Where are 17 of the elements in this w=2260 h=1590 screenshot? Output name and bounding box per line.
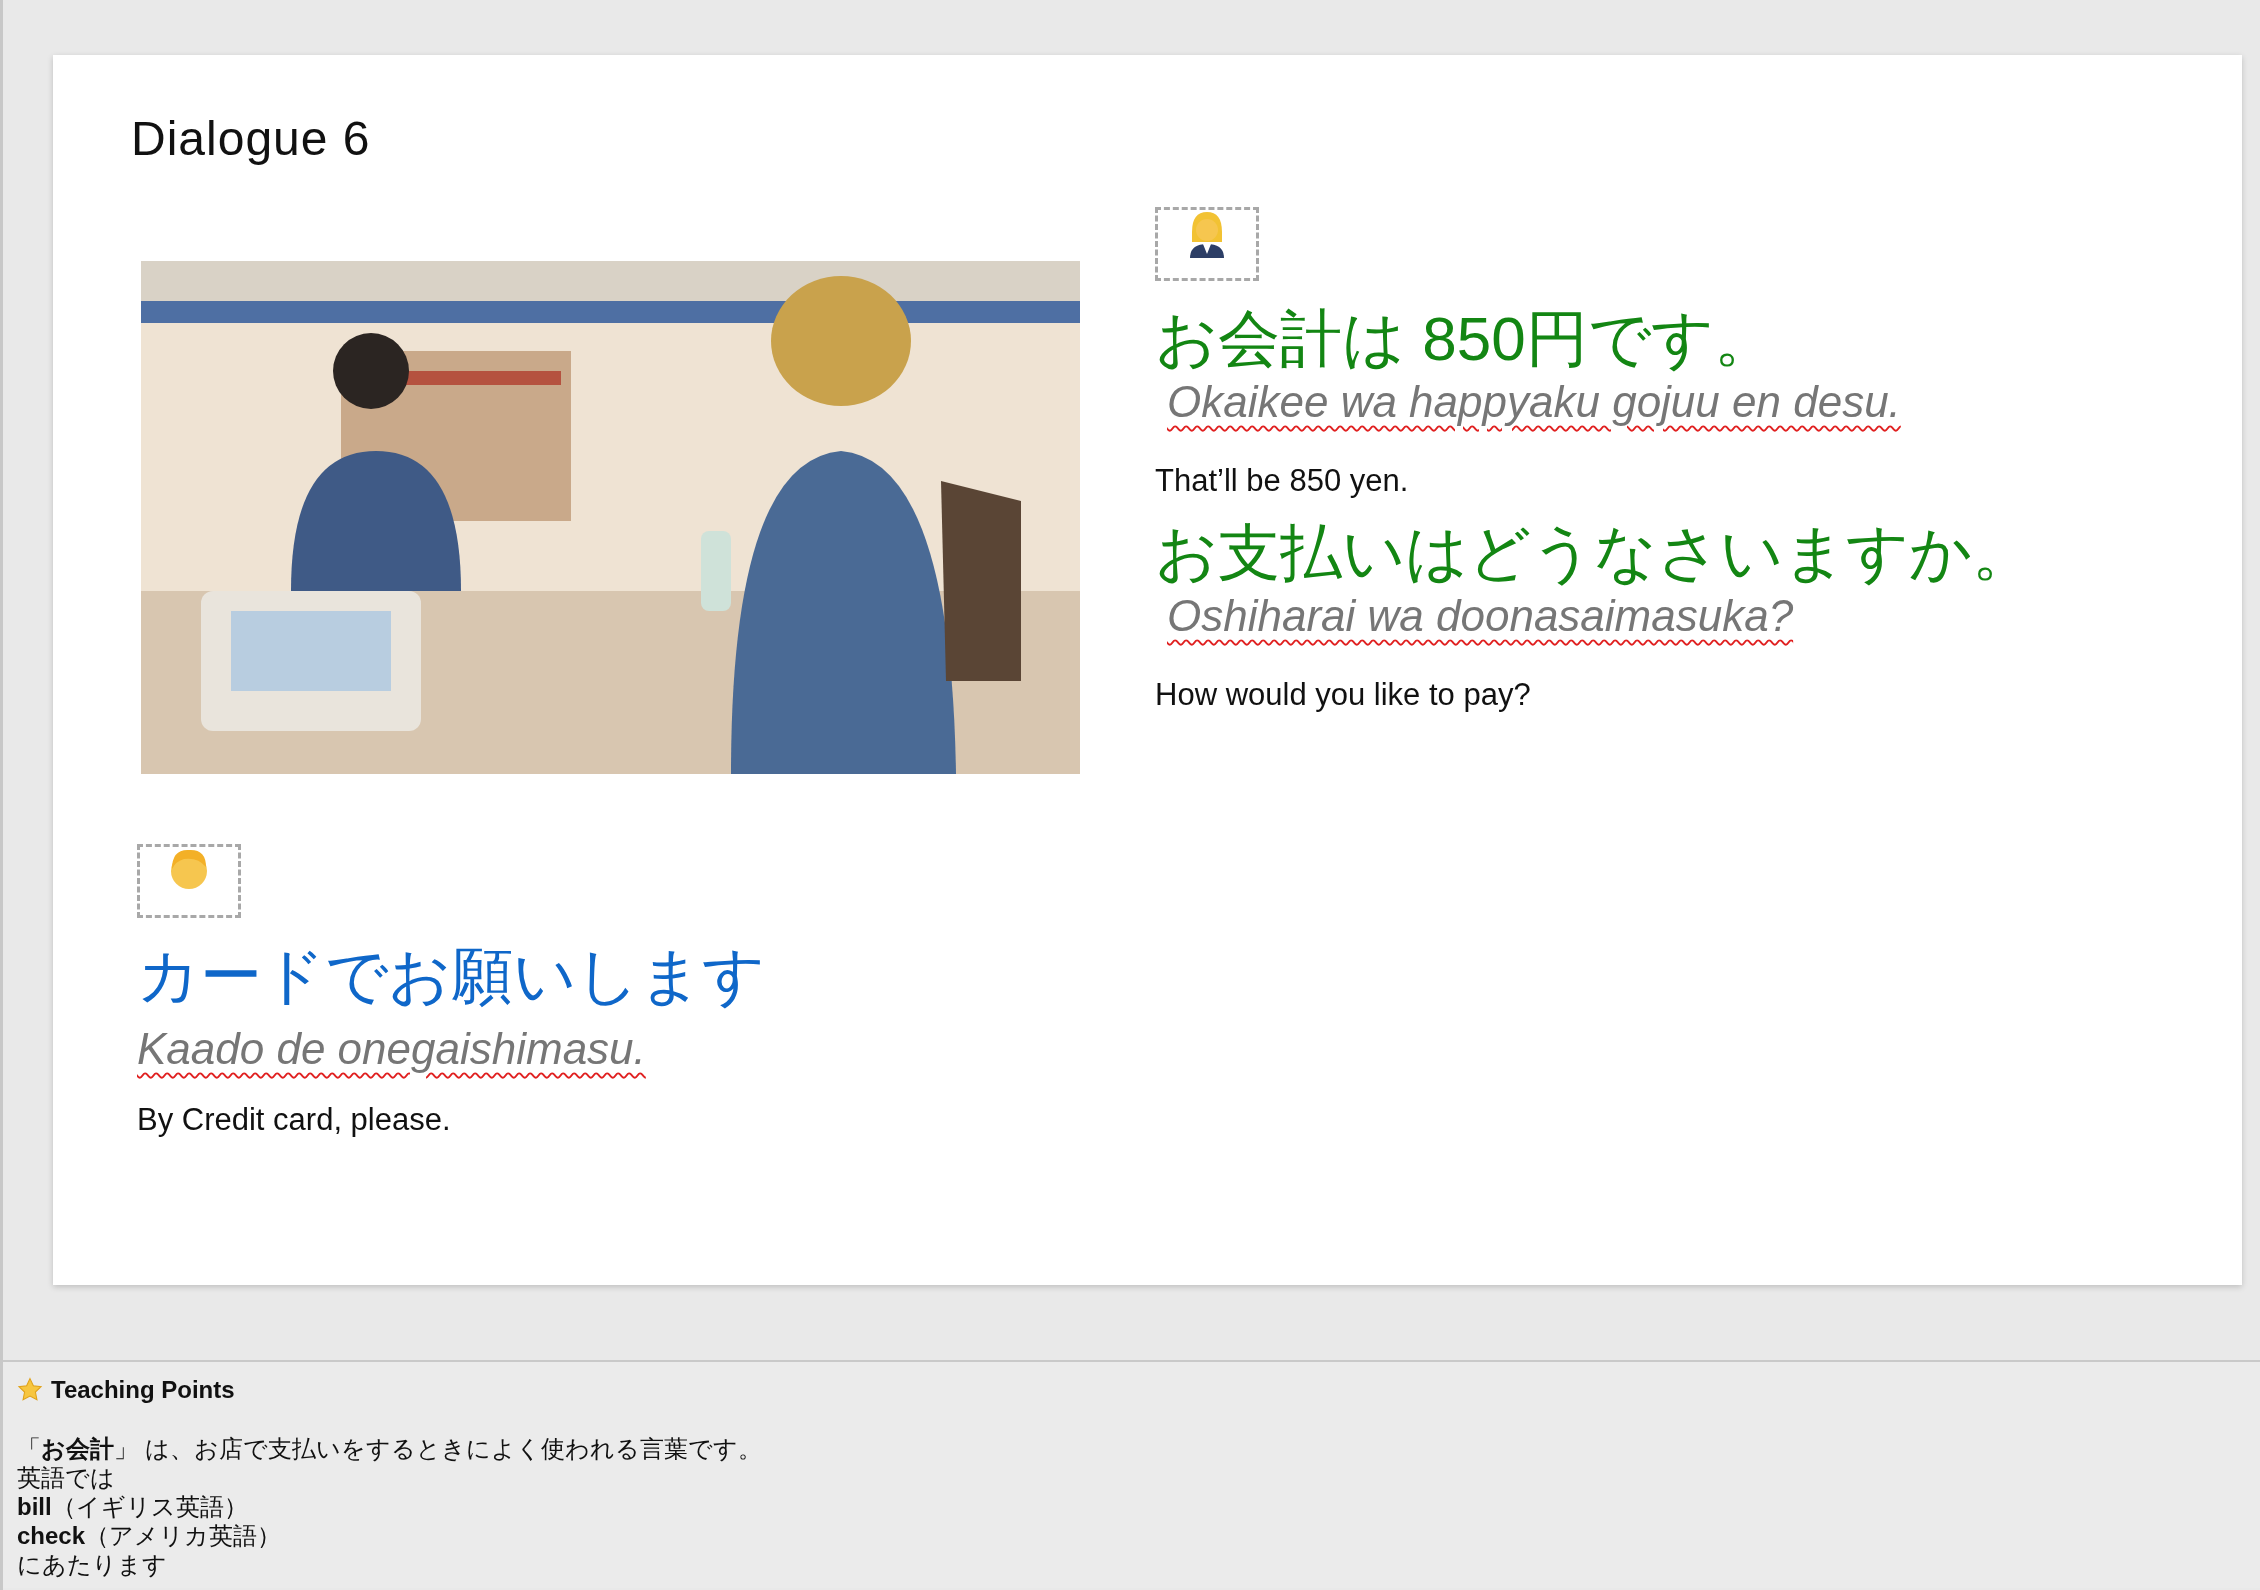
romaji-line: Oshiharai wa doonasaimasuka?	[1167, 590, 1795, 643]
star-icon	[17, 1377, 43, 1403]
notes-line: 英語では	[17, 1463, 116, 1492]
slide-title: Dialogue 6	[131, 111, 372, 167]
notes-line: にあたります	[17, 1550, 168, 1579]
notes-line: check（アメリカ英語）	[17, 1521, 283, 1550]
notes-line: 「お会計」 は、お店で支払いをするときによく使われる言葉です。	[17, 1434, 763, 1463]
romaji-line: Okaikee wa happyaku gojuu en desu.	[1167, 376, 1902, 429]
japanese-line: お支払いはどうなさいますか。	[1155, 517, 2035, 589]
notes-heading: Teaching Points	[51, 1376, 235, 1404]
japanese-line: カードでお願いします	[137, 940, 766, 1012]
romaji-line: Kaado de onegaishimasu.	[137, 1023, 647, 1076]
notes-line: bill（イギリス英語）	[17, 1492, 249, 1521]
english-translation: How would you like to pay?	[1155, 677, 1532, 714]
english-translation: That’ll be 850 yen.	[1155, 463, 1410, 500]
japanese-line: お会計は 850円です。	[1155, 303, 1777, 375]
english-translation: By Credit card, please.	[137, 1102, 452, 1139]
